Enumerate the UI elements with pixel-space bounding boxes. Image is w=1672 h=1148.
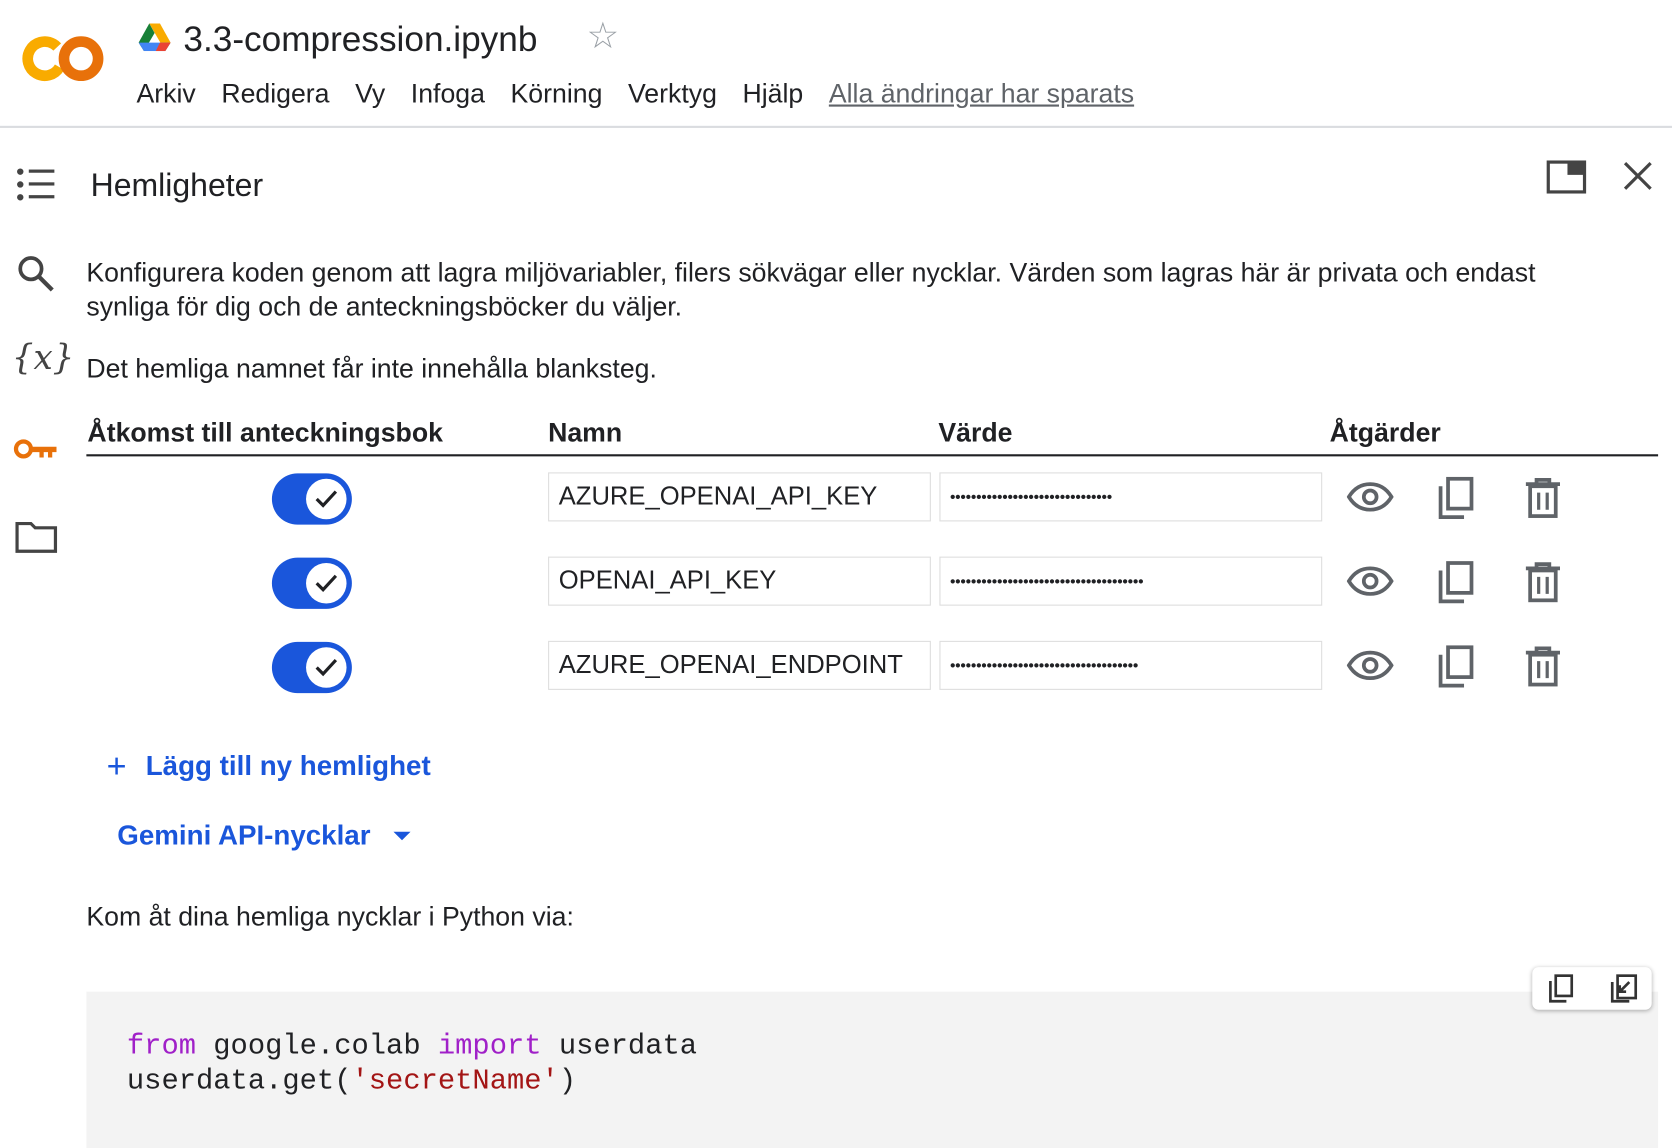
column-actions: Åtgärder: [1329, 417, 1441, 448]
caret-down-icon: [393, 831, 412, 840]
copy-code-icon[interactable]: [1547, 974, 1575, 1004]
star-icon[interactable]: ☆: [586, 15, 619, 58]
add-secret-label: Lägg till ny hemlighet: [145, 749, 431, 782]
secret-name-input[interactable]: AZURE_OPENAI_ENDPOINT: [548, 640, 931, 690]
secret-value-input[interactable]: •••••••••••••••••••••••••••••••: [939, 472, 1323, 522]
menu-korning[interactable]: Körning: [511, 79, 603, 109]
menu-redigera[interactable]: Redigera: [221, 79, 329, 109]
search-icon[interactable]: [16, 254, 57, 295]
copy-icon[interactable]: [1437, 476, 1475, 520]
plus-icon: +: [106, 746, 127, 785]
key-icon[interactable]: [13, 435, 60, 463]
folder-icon[interactable]: [15, 520, 58, 554]
variables-icon[interactable]: {x}: [12, 337, 75, 378]
show-value-eye-icon[interactable]: [1346, 482, 1394, 512]
menu-arkiv[interactable]: Arkiv: [136, 79, 195, 109]
access-instructions: Kom åt dina hemliga nycklar i Python via…: [86, 902, 574, 932]
check-icon: [306, 478, 347, 520]
check-icon: [306, 647, 347, 688]
menu-hjalp[interactable]: Hjälp: [742, 79, 803, 109]
copy-icon[interactable]: [1437, 645, 1475, 688]
secret-name-input[interactable]: OPENAI_API_KEY: [548, 556, 931, 606]
copy-icon[interactable]: [1437, 561, 1475, 604]
delete-trash-icon[interactable]: [1525, 646, 1561, 687]
menu-vy[interactable]: Vy: [355, 79, 385, 109]
notebook-access-toggle[interactable]: [271, 557, 352, 609]
code-toolbar: [1532, 967, 1652, 1010]
check-icon: [306, 563, 347, 604]
notebook-access-toggle[interactable]: [271, 473, 352, 525]
secret-name-input[interactable]: AZURE_OPENAI_API_KEY: [548, 472, 931, 522]
panel-title: Hemligheter: [90, 168, 264, 204]
delete-trash-icon[interactable]: [1525, 477, 1561, 519]
notebook-title[interactable]: 3.3-compression.ipynb: [183, 19, 537, 60]
show-value-eye-icon[interactable]: [1346, 566, 1394, 596]
code-text: from google.colab import userdata userda…: [126, 1031, 698, 1099]
secret-value-input[interactable]: ••••••••••••••••••••••••••••••••••••: [939, 640, 1323, 690]
menu-infoga[interactable]: Infoga: [411, 79, 485, 109]
drive-icon: [138, 23, 171, 52]
delete-trash-icon[interactable]: [1525, 562, 1561, 603]
close-icon[interactable]: [1623, 161, 1653, 191]
colab-logo[interactable]: [21, 32, 106, 85]
code-snippet: from google.colab import userdata userda…: [86, 991, 1659, 1148]
show-value-eye-icon[interactable]: [1346, 650, 1394, 681]
gemini-label: Gemini API-nycklar: [117, 818, 371, 851]
notebook-access-toggle[interactable]: [271, 641, 352, 694]
panel-description: Konfigurera koden genom att lagra miljöv…: [86, 258, 1536, 323]
insert-code-icon[interactable]: [1609, 974, 1639, 1004]
column-name: Namn: [548, 417, 623, 448]
menu-verktyg[interactable]: Verktyg: [628, 79, 717, 109]
table-of-contents-icon[interactable]: [16, 167, 57, 201]
header-divider: [0, 125, 1672, 128]
gemini-api-keys-dropdown[interactable]: Gemini API-nycklar: [117, 818, 412, 852]
panel-note: Det hemliga namnet får inte innehålla bl…: [86, 354, 657, 384]
table-header-divider: [86, 454, 1659, 457]
menu-bar: Arkiv Redigera Vy Infoga Körning Verktyg Hjälp…: [136, 79, 1159, 110]
add-secret-button[interactable]: + Lägg till ny hemlighet: [107, 746, 431, 785]
secret-value-input[interactable]: •••••••••••••••••••••••••••••••••••••: [939, 556, 1323, 606]
saved-status-link[interactable]: Alla ändringar har sparats: [829, 79, 1134, 109]
open-in-tab-icon[interactable]: [1546, 160, 1587, 194]
column-access: Åtkomst till anteckningsbok: [87, 417, 443, 448]
column-value: Värde: [938, 417, 1013, 448]
